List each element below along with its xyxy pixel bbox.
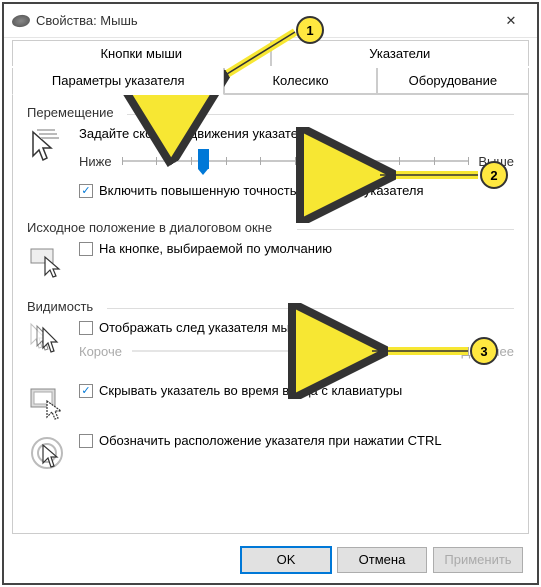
button-label: Отмена	[359, 552, 406, 567]
snap-to-label: На кнопке, выбираемой по умолчанию	[99, 241, 332, 256]
pointer-speed-slider[interactable]	[122, 149, 469, 173]
trail-length-slider	[132, 339, 452, 363]
pointer-speed-icon	[27, 126, 67, 166]
apply-button: Применить	[433, 547, 523, 573]
tab-buttons[interactable]: Кнопки мыши	[12, 40, 271, 66]
ok-button[interactable]: OK	[241, 547, 331, 573]
hide-pointer-icon	[27, 383, 67, 423]
trail-min-label: Короче	[79, 344, 122, 359]
button-label: OK	[277, 552, 296, 567]
dialog-buttons: OK Отмена Применить	[241, 547, 523, 573]
close-icon: ✕	[506, 13, 517, 29]
button-label: Применить	[444, 552, 511, 567]
mouse-icon	[11, 13, 31, 28]
close-button[interactable]: ✕	[489, 6, 533, 36]
tab-label: Колесико	[272, 73, 328, 88]
snap-to-icon	[27, 241, 67, 281]
locate-pointer-icon	[27, 433, 67, 473]
enhance-precision-label: Включить повышенную точность установки у…	[99, 183, 424, 198]
snap-to-checkbox[interactable]	[79, 242, 93, 256]
tab-content: Перемещение Задайте скорость движения ук…	[12, 94, 529, 534]
locate-pointer-checkbox[interactable]	[79, 434, 93, 448]
tab-hardware[interactable]: Оборудование	[377, 68, 529, 94]
title-bar: Свойства: Мышь ✕	[4, 4, 537, 38]
speed-label: Задайте скорость движения указателя:	[79, 126, 514, 141]
tabs-row-1: Кнопки мыши Указатели	[4, 40, 537, 66]
cancel-button[interactable]: Отмена	[337, 547, 427, 573]
group-title: Исходное положение в диалоговом окне	[27, 220, 272, 235]
pointer-trail-label: Отображать след указателя мыши	[99, 320, 308, 335]
tab-pointers[interactable]: Указатели	[271, 40, 530, 66]
slider-max-label: Выше	[478, 154, 514, 169]
pointer-trail-checkbox[interactable]	[79, 321, 93, 335]
hide-pointer-label: Скрывать указатель во время ввода с клав…	[99, 383, 402, 398]
group-snap: Исходное положение в диалоговом окне На …	[27, 220, 514, 285]
tab-pointer-options[interactable]: Параметры указателя	[12, 68, 224, 95]
slider-min-label: Ниже	[79, 154, 112, 169]
tab-wheel[interactable]: Колесико	[224, 68, 376, 94]
tab-label: Указатели	[369, 46, 430, 61]
slider-thumb-disabled	[292, 339, 303, 359]
pointer-trail-icon	[27, 320, 67, 360]
locate-pointer-label: Обозначить расположение указателя при на…	[99, 433, 442, 448]
tabs-row-2: Параметры указателя Колесико Оборудовани…	[4, 68, 537, 94]
tab-label: Параметры указателя	[52, 73, 185, 88]
tab-label: Кнопки мыши	[100, 46, 182, 61]
slider-thumb[interactable]	[198, 149, 209, 169]
trail-max-label: Длиннее	[462, 344, 514, 359]
enhance-precision-checkbox[interactable]: ✓	[79, 184, 93, 198]
group-motion: Перемещение Задайте скорость движения ук…	[27, 105, 514, 206]
group-title: Перемещение	[27, 105, 114, 120]
group-visibility: Видимость Отображать след указателя мыши…	[27, 299, 514, 477]
group-title: Видимость	[27, 299, 93, 314]
tab-label: Оборудование	[409, 73, 497, 88]
hide-pointer-checkbox[interactable]: ✓	[79, 384, 93, 398]
window-title: Свойства: Мышь	[36, 13, 489, 28]
